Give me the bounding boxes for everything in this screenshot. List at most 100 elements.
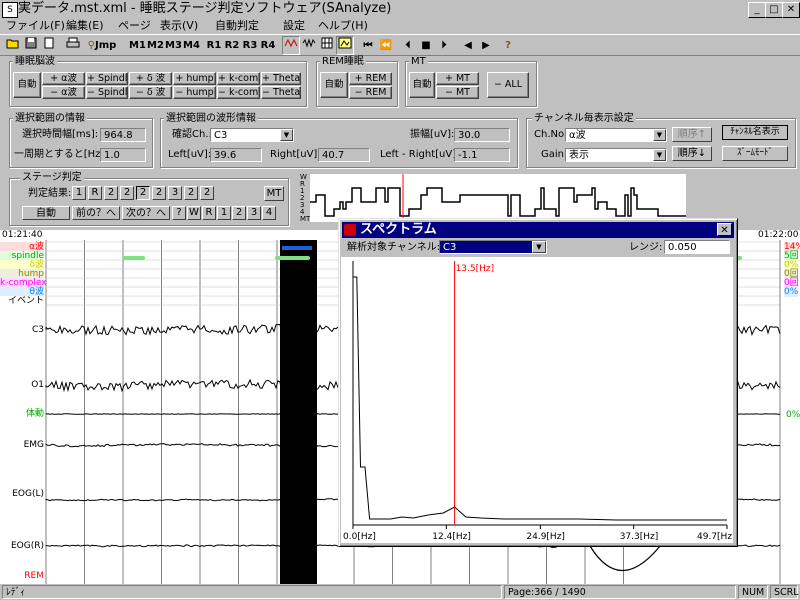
remove-mt-button[interactable]: − MT [436, 86, 479, 99]
prev-unknown-button[interactable]: 前の？へ [72, 206, 120, 220]
app-icon[interactable]: S [2, 2, 18, 18]
stage-choice-6[interactable]: 4 [262, 206, 276, 220]
spectrum-plot[interactable]: 13.5[Hz] 0.0[Hz] 12.4[Hz] 24.9[Hz] 37.3[Hz] 4… [341, 257, 733, 543]
add-mt-button[interactable]: + MT [436, 72, 479, 85]
minimize-button[interactable]: _ [748, 2, 766, 18]
sleep-wave-auto-button[interactable]: 自動 [13, 72, 41, 98]
dialog-close-button[interactable]: ✕ [717, 223, 732, 236]
remove-kcomplex-button[interactable]: − k-comp. [217, 86, 260, 99]
stage-choice-4[interactable]: 2 [232, 206, 246, 220]
step-back-icon[interactable]: ⏴ [400, 36, 416, 55]
menu-file[interactable]: ファイル(F) [6, 18, 65, 34]
stage-result-2[interactable]: 2 [104, 186, 118, 200]
stage-result-1[interactable]: R [88, 186, 102, 200]
remove-delta-button[interactable]: − δ 波 [129, 86, 172, 99]
stage-choice-0[interactable]: ? [172, 206, 186, 220]
mark-r1-button[interactable]: R1 [205, 36, 223, 55]
help-icon[interactable]: ? [500, 36, 516, 55]
next-unknown-button[interactable]: 次の？へ [122, 206, 170, 220]
menu-bar: ファイル(F) 編集(E) ページ 表示(V) 自動判定 設定 ヘルプ(H) [0, 18, 800, 34]
stage-result-0[interactable]: 1 [72, 186, 86, 200]
mark-r4-button[interactable]: R4 [259, 36, 277, 55]
chevron-down-icon[interactable]: ▼ [532, 241, 546, 253]
menu-auto-judge[interactable]: 自動判定 [215, 18, 259, 34]
mark-m3-button[interactable]: M3 [164, 36, 182, 55]
show-channel-names-button[interactable]: ﾁｬﾝﾈﾙ名表示 [722, 125, 788, 140]
mt-auto-button[interactable]: 自動 [409, 72, 435, 98]
chevron-down-icon[interactable]: ▼ [653, 149, 666, 161]
remove-hump-button[interactable]: − hump [173, 86, 216, 99]
close-button[interactable]: ✕ [782, 2, 800, 18]
add-rem-button[interactable]: + REM [349, 72, 392, 85]
mark-m2-button[interactable]: M2 [146, 36, 164, 55]
rem-auto-button[interactable]: 自動 [320, 72, 348, 98]
freq-field: 1.0 [100, 148, 146, 162]
stage-choice-5[interactable]: 3 [247, 206, 261, 220]
status-bar: ﾚﾃﾞｨ Page:366 / 1490 NUM SCRL [0, 584, 800, 600]
mark-m4-button[interactable]: M4 [182, 36, 200, 55]
remove-rem-button[interactable]: − REM [349, 86, 392, 99]
spindle-marker [275, 256, 310, 260]
mark-m1-button[interactable]: M1 [128, 36, 146, 55]
menu-settings[interactable]: 設定 [283, 18, 305, 34]
stage-result-7[interactable]: 2 [184, 186, 198, 200]
stage-result-8[interactable]: 2 [200, 186, 214, 200]
ch-no-select[interactable]: α波 [565, 128, 667, 142]
remove-alpha-button[interactable]: − α波 [42, 86, 85, 99]
stage-result-6[interactable]: 3 [168, 186, 182, 200]
order-down-button[interactable]: 順序↓ [672, 146, 712, 161]
stage-result-5[interactable]: 2 [152, 186, 166, 200]
rewind-icon[interactable]: ⏪ [378, 36, 394, 55]
grid-icon[interactable] [318, 36, 336, 55]
analysis-channel-select[interactable]: C3 [439, 240, 547, 254]
add-hump-button[interactable]: + hump [173, 72, 216, 85]
zoom-mode-button[interactable]: ｽﾞｰﾑﾓｰﾄﾞ [722, 146, 788, 161]
menu-view[interactable]: 表示(V) [160, 18, 198, 34]
menu-help[interactable]: ヘルプ(H) [318, 18, 368, 34]
next-page-icon[interactable]: ▶ [478, 36, 494, 55]
stage-result-4[interactable]: 2 [136, 186, 150, 200]
wave-compare-icon[interactable] [300, 36, 318, 55]
stage-mt-button[interactable]: MT [264, 186, 284, 201]
spectrum-icon[interactable] [336, 36, 354, 55]
remove-spindle-button[interactable]: − Spindle [86, 86, 128, 99]
diff-label: Left - Right[uV]: [380, 149, 460, 160]
add-kcomplex-button[interactable]: + k-comp. [217, 72, 260, 85]
wave-alpha-icon[interactable] [282, 36, 300, 55]
print-icon[interactable] [64, 36, 82, 55]
stage-choice-2[interactable]: R [202, 206, 216, 220]
first-page-icon[interactable]: ⏮ [360, 36, 376, 55]
stage-result-3[interactable]: 2 [120, 186, 134, 200]
menu-edit[interactable]: 編集(E) [66, 18, 104, 34]
step-forward-icon[interactable]: ⏵ [436, 36, 452, 55]
stop-icon[interactable]: ■ [418, 36, 434, 55]
x-tick-label: 49.7[Hz] [697, 532, 733, 542]
stage-choice-3[interactable]: 1 [217, 206, 231, 220]
menu-page[interactable]: ページ [118, 18, 151, 34]
waveform-info-title: 選択範囲の波形情報 [164, 113, 258, 125]
document-icon[interactable] [40, 36, 58, 55]
mark-r2-button[interactable]: R2 [223, 36, 241, 55]
stage-choice-1[interactable]: W [187, 206, 201, 220]
add-alpha-button[interactable]: + α波 [42, 72, 85, 85]
hypnogram[interactable] [310, 174, 686, 222]
remove-theta-button[interactable]: − Theta [261, 86, 301, 99]
chevron-down-icon[interactable]: ▼ [653, 129, 666, 141]
mark-r3-button[interactable]: R3 [241, 36, 259, 55]
maximize-button[interactable]: □ [765, 2, 783, 18]
open-file-icon[interactable] [4, 36, 22, 55]
stage-auto-button[interactable]: 自動 [22, 206, 70, 220]
add-theta-button[interactable]: + Theta [261, 72, 301, 85]
jump-button[interactable]: ⚲Jmp [86, 36, 118, 55]
remove-all-button[interactable]: − ALL [487, 72, 529, 98]
gain-select[interactable]: 表示 [565, 148, 667, 162]
add-spindle-button[interactable]: + Spindle [86, 72, 128, 85]
dialog-title-bar[interactable]: スペクトラム ✕ [342, 222, 734, 238]
save-icon[interactable] [22, 36, 40, 55]
prev-page-icon[interactable]: ◀ [460, 36, 476, 55]
chevron-down-icon[interactable]: ▼ [280, 129, 293, 141]
range-input[interactable]: 0.050 [664, 240, 730, 254]
add-delta-button[interactable]: + δ 波 [129, 72, 172, 85]
order-up-button[interactable]: 順序↑ [672, 127, 712, 142]
amp-field: 30.0 [454, 128, 510, 142]
